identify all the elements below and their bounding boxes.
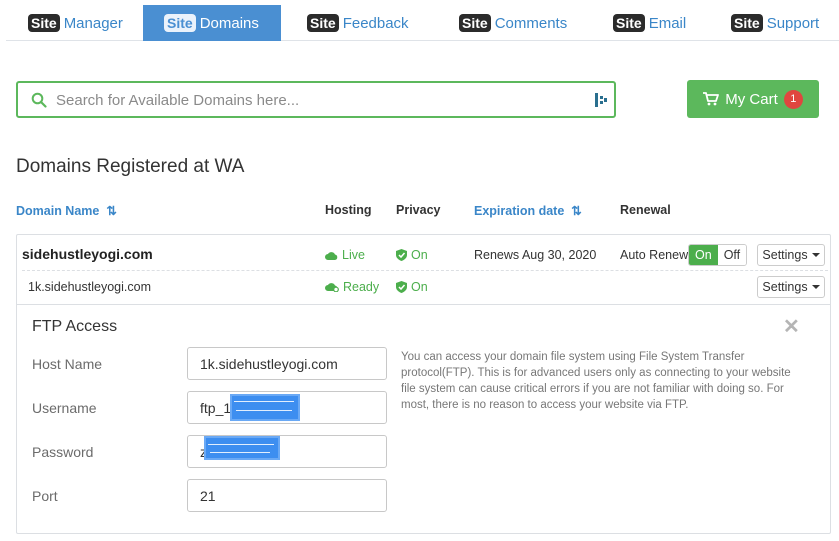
tab-label: Email [648, 14, 687, 32]
auto-renew-toggle: On Off [688, 244, 748, 266]
domain-search-box [16, 81, 616, 118]
site-badge: Site [459, 14, 491, 32]
privacy-status: On [396, 248, 428, 262]
tab-comments[interactable]: Site Comments [459, 5, 567, 41]
site-badge: Site [28, 14, 60, 32]
row-divider [16, 304, 831, 305]
search-icon [31, 92, 47, 108]
shield-icon [396, 281, 407, 293]
auto-renew-off-button[interactable]: Off [717, 245, 747, 265]
tab-label: Manager [63, 14, 123, 32]
auto-renew-on-button[interactable]: On [689, 245, 718, 265]
cart-label: My Cart [725, 90, 778, 108]
tab-email[interactable]: Site Email [613, 5, 686, 41]
sort-icon: ⇅ [102, 204, 117, 218]
domain-name-sort-header[interactable]: Domain Name ⇅ [16, 203, 117, 218]
port-label: Port [32, 488, 58, 504]
site-badge: Site [613, 14, 645, 32]
hosting-status-label: Live [342, 248, 365, 262]
top-nav: Site Manager Site Domains Site Feedback … [6, 5, 839, 41]
redaction-stroke [236, 410, 292, 411]
hosting-status: Live [325, 248, 365, 262]
ftp-help-text: You can access your domain file system u… [401, 351, 791, 411]
tab-support[interactable]: Site Support [731, 5, 819, 41]
redaction-mark [230, 394, 300, 421]
tab-label: Support [766, 14, 820, 32]
site-badge: Site [164, 14, 196, 32]
hosting-status-label: Ready [343, 280, 380, 294]
port-field[interactable] [187, 479, 387, 512]
subdomain-name[interactable]: 1k.sidehustleyogi.com [28, 280, 151, 294]
cloud-icon [325, 251, 338, 260]
site-badge: Site [731, 14, 763, 32]
shield-icon [396, 249, 407, 261]
expiration-date: Renews Aug 30, 2020 [474, 248, 597, 262]
settings-label: Settings [762, 248, 808, 262]
domain-name-header-label: Domain Name [16, 204, 100, 218]
tab-label: Feedback [342, 14, 409, 32]
settings-dropdown-button[interactable]: Settings [757, 276, 825, 298]
password-manager-icon[interactable] [595, 93, 607, 107]
domain-name[interactable]: sidehustleyogi.com [22, 246, 153, 262]
redaction-stroke [234, 401, 294, 402]
settings-label: Settings [762, 280, 808, 294]
sort-icon: ⇅ [567, 204, 582, 218]
expiration-date-sort-header[interactable]: Expiration date ⇅ [474, 203, 582, 218]
caret-down-icon [811, 285, 820, 289]
tab-feedback[interactable]: Site Feedback [307, 5, 409, 41]
my-cart-button[interactable]: My Cart 1 [687, 80, 819, 118]
host-name-field[interactable] [187, 347, 387, 380]
page-title: Domains Registered at WA [16, 156, 245, 177]
hosting-status: Ready [325, 280, 379, 294]
tab-label: Domains [199, 14, 259, 32]
hosting-header: Hosting [325, 203, 372, 217]
shopping-cart-icon [703, 92, 720, 106]
ftp-access-title: FTP Access [32, 318, 118, 335]
privacy-status-label: On [411, 280, 428, 294]
renewal-header: Renewal [620, 203, 671, 217]
tab-domains[interactable]: Site Domains [143, 5, 281, 41]
auto-renew-label: Auto Renew [620, 248, 689, 262]
cart-count-badge: 1 [783, 89, 803, 109]
privacy-status-label: On [411, 248, 428, 262]
redaction-mark [204, 436, 280, 460]
expiration-header-label: Expiration date [474, 204, 565, 218]
settings-dropdown-button[interactable]: Settings [757, 244, 825, 266]
domain-search-input[interactable] [56, 89, 586, 111]
username-label: Username [32, 400, 97, 416]
password-label: Password [32, 444, 94, 460]
redaction-stroke [208, 444, 274, 445]
close-icon[interactable]: ✕ [783, 314, 800, 339]
privacy-status: On [396, 280, 428, 294]
tab-label: Comments [494, 14, 568, 32]
host-name-label: Host Name [32, 356, 103, 372]
caret-down-icon [811, 253, 820, 257]
redaction-stroke [210, 452, 270, 453]
tab-manager[interactable]: Site Manager [28, 5, 123, 41]
site-badge: Site [307, 14, 339, 32]
cloud-gear-icon [325, 283, 339, 292]
privacy-header: Privacy [396, 203, 441, 217]
row-divider [22, 270, 828, 271]
